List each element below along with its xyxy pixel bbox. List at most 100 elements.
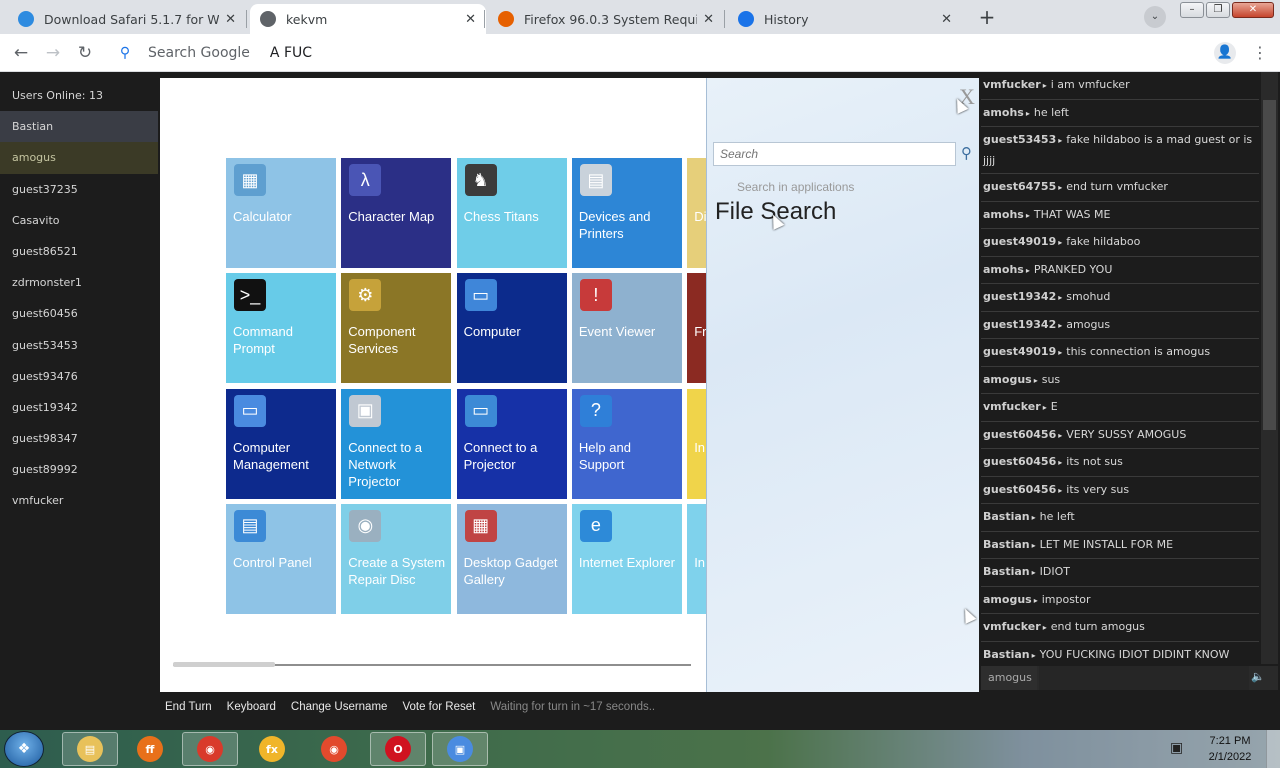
app-tile[interactable]: ? Help and Support: [571, 388, 682, 499]
chat-message-text: fake hildaboo: [1066, 235, 1141, 248]
scrollbar-thumb[interactable]: [173, 662, 275, 667]
chat-message-text: LET ME INSTALL FOR ME: [1039, 537, 1174, 551]
chat-scrollbar-thumb[interactable]: [1263, 100, 1276, 430]
app-tile[interactable]: ! Event Viewer: [571, 273, 682, 384]
chat-input[interactable]: [1039, 666, 1249, 690]
tab-0[interactable]: Download Safari 5.1.7 for Windo ✕: [8, 4, 246, 34]
app-tile[interactable]: >_ Command Prompt: [226, 273, 336, 384]
network-tray-icon[interactable]: ▣: [1170, 740, 1183, 756]
taskbar: ❖ ▤ ff ◉ fx ◉ O ▣ ▣ 7:21 PM 2/1/2022: [0, 730, 1280, 768]
vm-screen[interactable]: ▦ Calculator λ Character Map ♞ Chess Titans ▤ D…: [160, 78, 979, 692]
app-tile[interactable]: ▤ Control Panel: [226, 503, 336, 614]
app-tile[interactable]: Di: [687, 158, 706, 268]
app-tile[interactable]: ▭ Connect to a Projector: [456, 388, 567, 499]
tab-3[interactable]: History ✕: [728, 4, 962, 34]
app-tile[interactable]: ▦ Desktop Gadget Gallery: [456, 503, 567, 614]
profile-icon[interactable]: 👤: [1214, 42, 1236, 64]
start-button[interactable]: ❖: [4, 731, 44, 767]
app-tile-label: Help and Support: [578, 439, 631, 472]
app-tile[interactable]: In (6: [687, 503, 706, 614]
firefox-nightly-icon: fx: [259, 736, 285, 762]
vote-reset-button[interactable]: Vote for Reset: [402, 701, 475, 713]
app-tile[interactable]: ▣ Connect to a Network Projector: [341, 388, 452, 499]
taskbar-app[interactable]: fx: [244, 732, 300, 766]
change-username-button[interactable]: Change Username: [291, 701, 388, 713]
close-tab-icon[interactable]: ✕: [941, 12, 952, 27]
user-list-item[interactable]: guest19342: [0, 392, 158, 423]
app-tile[interactable]: ♞ Chess Titans: [456, 158, 567, 268]
maximize-button[interactable]: ❐: [1206, 2, 1230, 18]
charm-search-input[interactable]: [713, 142, 956, 166]
user-list-item[interactable]: guest37235: [0, 174, 158, 205]
tab-1[interactable]: kekvm ✕: [250, 4, 486, 34]
keyboard-button[interactable]: Keyboard: [227, 701, 276, 713]
users-online-count: Users Online: 13: [12, 89, 103, 102]
separator-icon: ▸: [1031, 650, 1036, 660]
chat-message: Bastian ▸ LET ME INSTALL FOR ME: [981, 532, 1259, 559]
close-tab-icon[interactable]: ✕: [225, 12, 236, 27]
taskbar-app[interactable]: ◉: [306, 732, 362, 766]
taskbar-app[interactable]: ▤: [62, 732, 118, 766]
minimize-button[interactable]: –: [1180, 2, 1204, 18]
taskbar-app[interactable]: ◉: [182, 732, 238, 766]
omnibox-text: A FUC: [269, 45, 313, 61]
user-list-item[interactable]: vmfucker: [0, 485, 158, 516]
window-close-button[interactable]: ✕: [1232, 2, 1274, 18]
app-tile[interactable]: In Ba: [687, 388, 706, 499]
search-icon[interactable]: ⚲: [961, 144, 972, 162]
address-bar[interactable]: ⚲ Search Google A FUC: [112, 39, 1192, 67]
app-tile[interactable]: ▦ Calculator: [226, 158, 336, 268]
tab-search-button[interactable]: ⌄: [1144, 6, 1166, 28]
tab-title: kekvm: [286, 11, 328, 27]
app-tile[interactable]: Fr: [687, 273, 706, 384]
user-list-item[interactable]: guest98347: [0, 423, 158, 454]
chat-message-user: guest19342: [983, 317, 1057, 331]
app-tile[interactable]: ▤ Devices and Printers: [571, 158, 682, 268]
back-button[interactable]: ←: [10, 42, 32, 64]
chat-message: guest60456 ▸ its not sus: [981, 449, 1259, 477]
app-tile[interactable]: ▭ Computer: [456, 273, 567, 384]
chat-message: vmfucker ▸ end turn amogus: [981, 614, 1259, 642]
show-desktop-button[interactable]: [1266, 730, 1280, 768]
chat-message-user: guest53453: [983, 133, 1057, 146]
chat-message-text: its not sus: [1066, 455, 1123, 468]
menu-button[interactable]: ⋮: [1252, 42, 1268, 64]
separator-icon: ▸: [1058, 183, 1063, 192]
speaker-icon[interactable]: 🔈: [1251, 670, 1265, 683]
end-turn-button[interactable]: End Turn: [165, 701, 212, 713]
chat-message-text: this connection is amogus: [1066, 345, 1211, 358]
app-tile[interactable]: ▭ Computer Management: [226, 388, 336, 499]
clock[interactable]: 7:21 PM 2/1/2022: [1200, 733, 1260, 765]
user-list-item[interactable]: guest93476: [0, 361, 158, 392]
separator-icon: ▸: [1031, 568, 1036, 577]
user-list-item[interactable]: zdrmonster1: [0, 267, 158, 298]
user-list-item[interactable]: guest89992: [0, 454, 158, 485]
chat-message-text: smohud: [1066, 290, 1111, 303]
taskbar-app[interactable]: ▣: [432, 732, 488, 766]
close-tab-icon[interactable]: ✕: [465, 12, 476, 27]
chat-message-user: guest60456: [983, 427, 1057, 441]
chat-message-user: Bastian: [983, 510, 1030, 523]
close-tab-icon[interactable]: ✕: [703, 12, 714, 27]
app-tile[interactable]: ⚙ Component Services: [341, 273, 452, 384]
app-tile[interactable]: ◉ Create a System Repair Disc: [341, 503, 452, 614]
user-list-item[interactable]: guest60456: [0, 298, 158, 329]
chat-message-text: VERY SUSSY AMOGUS: [1066, 427, 1187, 441]
app-tile[interactable]: λ Character Map: [341, 158, 452, 268]
taskbar-app[interactable]: O: [370, 732, 426, 766]
user-list: Users Online: 13 Bastian amogus guest37235…: [0, 80, 158, 517]
tab-2[interactable]: Firefox 96.0.3 System Requireme ✕: [488, 4, 724, 34]
app-tile[interactable]: e Internet Explorer: [571, 503, 682, 614]
taskbar-app[interactable]: ff: [122, 732, 178, 766]
user-list-item[interactable]: amogus: [0, 142, 158, 174]
user-list-item[interactable]: Bastian: [0, 111, 158, 143]
chat-message: vmfucker ▸ i am vmfucker: [981, 72, 1259, 100]
forward-button[interactable]: →: [42, 42, 64, 64]
user-list-item[interactable]: guest53453: [0, 330, 158, 361]
reload-button[interactable]: ↻: [74, 42, 96, 64]
user-list-item[interactable]: Casavito: [0, 205, 158, 236]
new-tab-button[interactable]: +: [974, 6, 1000, 30]
safari-icon: [18, 11, 34, 27]
user-list-item[interactable]: guest86521: [0, 236, 158, 267]
chat-message-text: THAT WAS ME: [1033, 207, 1111, 221]
